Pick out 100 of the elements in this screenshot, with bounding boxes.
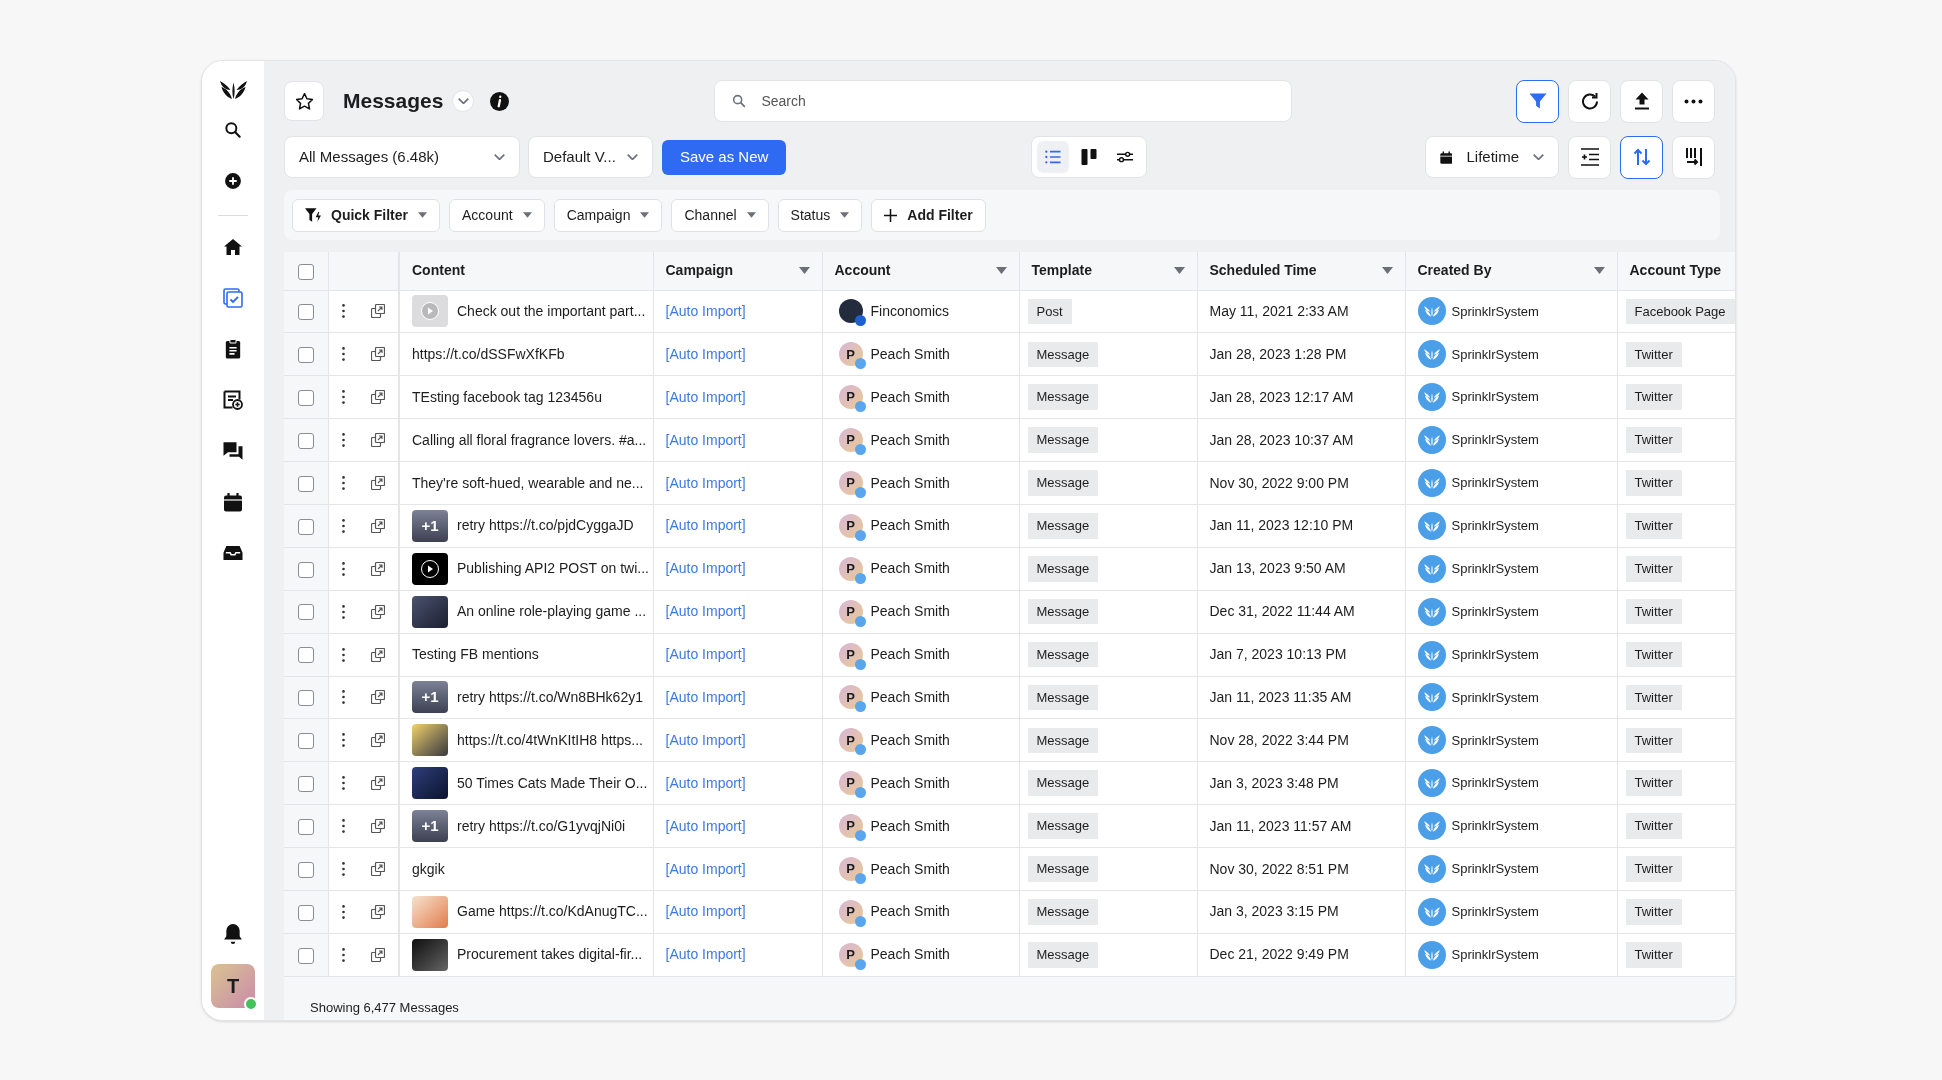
open-window-icon[interactable] — [370, 862, 385, 876]
row-checkbox[interactable] — [297, 776, 314, 793]
campaign-link[interactable]: [Auto Import] — [665, 302, 746, 319]
search-field[interactable]: Search — [714, 80, 1293, 122]
filter-button[interactable]: Channel — [671, 198, 769, 232]
kebab-menu-icon[interactable] — [341, 904, 345, 919]
open-window-icon[interactable] — [370, 690, 385, 705]
campaign-link[interactable]: [Auto Import] — [665, 646, 746, 663]
message-content[interactable]: Publishing API2 POST on twi... — [457, 558, 649, 580]
campaign-link[interactable]: [Auto Import] — [665, 474, 746, 491]
view-select[interactable]: All Messages (6.48k) — [284, 136, 520, 178]
open-window-icon[interactable] — [370, 647, 385, 662]
message-content[interactable]: 50 Times Cats Made Their O... — [457, 772, 648, 794]
campaign-link[interactable]: [Auto Import] — [665, 817, 746, 834]
row-checkbox[interactable] — [297, 690, 314, 707]
row-checkbox[interactable] — [297, 475, 314, 492]
select-all-checkbox[interactable] — [297, 263, 314, 280]
kebab-menu-icon[interactable] — [341, 647, 345, 662]
kebab-menu-icon[interactable] — [341, 518, 345, 533]
kebab-menu-icon[interactable] — [341, 304, 345, 319]
open-window-icon[interactable] — [370, 518, 385, 533]
column-menu-icon[interactable] — [995, 267, 1007, 275]
row-checkbox[interactable] — [297, 561, 314, 578]
filter-button[interactable]: Add Filter — [871, 198, 986, 232]
campaign-link[interactable]: [Auto Import] — [665, 946, 746, 963]
user-avatar[interactable]: T — [211, 964, 255, 1008]
campaign-link[interactable]: [Auto Import] — [665, 860, 746, 877]
message-content[interactable]: TEsting facebook tag 123456u — [412, 386, 602, 408]
column-header[interactable]: Scheduled Time — [1197, 252, 1405, 290]
info-icon[interactable] — [490, 91, 510, 111]
campaign-link[interactable]: [Auto Import] — [665, 517, 746, 534]
kebab-menu-icon[interactable] — [341, 733, 345, 748]
kebab-menu-icon[interactable] — [341, 819, 345, 834]
message-content[interactable]: Calling all floral fragrance lovers. #a... — [412, 429, 647, 451]
message-content[interactable]: They're soft-hued, wearable and ne... — [412, 472, 644, 494]
row-checkbox[interactable] — [297, 604, 314, 621]
open-window-icon[interactable] — [370, 561, 385, 576]
row-checkbox[interactable] — [297, 390, 314, 406]
message-content[interactable]: Game https://t.co/KdAnugTC... — [457, 901, 648, 923]
kebab-menu-icon[interactable] — [341, 390, 345, 405]
open-window-icon[interactable] — [370, 433, 385, 448]
row-checkbox[interactable] — [297, 518, 314, 535]
row-checkbox[interactable] — [297, 733, 314, 750]
message-content[interactable]: gkgik — [412, 858, 445, 880]
date-range-select[interactable]: Lifetime — [1425, 136, 1559, 178]
campaign-link[interactable]: [Auto Import] — [665, 431, 746, 448]
row-checkbox[interactable] — [297, 432, 314, 449]
campaign-link[interactable]: [Auto Import] — [665, 774, 746, 791]
bell-icon[interactable] — [224, 924, 242, 944]
column-header[interactable]: Account Type — [1617, 252, 1735, 290]
save-as-new-button[interactable]: Save as New — [662, 139, 787, 175]
column-menu-icon[interactable] — [1593, 267, 1605, 275]
row-checkbox[interactable] — [297, 861, 314, 878]
campaign-link[interactable]: [Auto Import] — [665, 903, 746, 920]
row-checkbox[interactable] — [297, 904, 314, 921]
kebab-menu-icon[interactable] — [341, 690, 345, 705]
message-content[interactable]: Procurement takes digital-fir... — [457, 944, 643, 966]
filter-button[interactable]: Campaign — [553, 198, 663, 232]
message-content[interactable]: https://t.co/4tWnKItIH8 https... — [457, 729, 643, 751]
campaign-link[interactable]: [Auto Import] — [665, 388, 746, 405]
open-window-icon[interactable] — [370, 390, 385, 405]
message-content[interactable]: retry https://t.co/G1yvqjNi0i — [457, 815, 626, 837]
row-checkbox[interactable] — [297, 647, 314, 664]
open-window-icon[interactable] — [370, 347, 385, 362]
kebab-menu-icon[interactable] — [341, 947, 345, 962]
row-checkbox[interactable] — [297, 818, 314, 835]
column-header[interactable]: Created By — [1405, 252, 1617, 290]
kebab-menu-icon[interactable] — [341, 561, 345, 576]
campaign-link[interactable]: [Auto Import] — [665, 688, 746, 705]
title-dropdown-button[interactable] — [452, 90, 475, 112]
kebab-menu-icon[interactable] — [341, 604, 345, 619]
open-window-icon[interactable] — [370, 604, 385, 619]
campaign-link[interactable]: [Auto Import] — [665, 731, 746, 748]
column-menu-icon[interactable] — [1173, 267, 1185, 275]
column-header[interactable]: Content — [399, 252, 653, 290]
column-menu-icon[interactable] — [1381, 267, 1393, 275]
column-header[interactable]: Account — [822, 252, 1019, 290]
message-content[interactable]: An online role-playing game ... — [457, 601, 647, 623]
kebab-menu-icon[interactable] — [341, 476, 345, 490]
open-window-icon[interactable] — [370, 776, 385, 791]
column-header[interactable]: Template — [1019, 252, 1197, 290]
message-content[interactable]: retry https://t.co/Wn8BHk62y1 — [457, 686, 643, 708]
open-window-icon[interactable] — [370, 904, 385, 919]
campaign-link[interactable]: [Auto Import] — [665, 560, 746, 577]
app-logo[interactable] — [219, 81, 247, 99]
kebab-menu-icon[interactable] — [341, 776, 345, 791]
column-menu-icon[interactable] — [798, 267, 810, 275]
filter-button[interactable]: Status — [777, 198, 863, 232]
column-header[interactable]: Campaign — [653, 252, 822, 290]
message-content[interactable]: Check out the important part... — [457, 300, 646, 322]
open-window-icon[interactable] — [370, 304, 385, 319]
open-window-icon[interactable] — [370, 947, 385, 962]
message-content[interactable]: retry https://t.co/pjdCyggaJD — [457, 515, 634, 537]
campaign-link[interactable]: [Auto Import] — [665, 603, 746, 620]
favorite-button[interactable] — [284, 81, 324, 121]
row-checkbox[interactable] — [297, 947, 314, 964]
kebab-menu-icon[interactable] — [341, 433, 345, 448]
message-content[interactable]: https://t.co/dSSFwXfKFb — [412, 343, 565, 365]
preset-select[interactable]: Default V... — [528, 136, 653, 178]
kebab-menu-icon[interactable] — [341, 347, 345, 362]
